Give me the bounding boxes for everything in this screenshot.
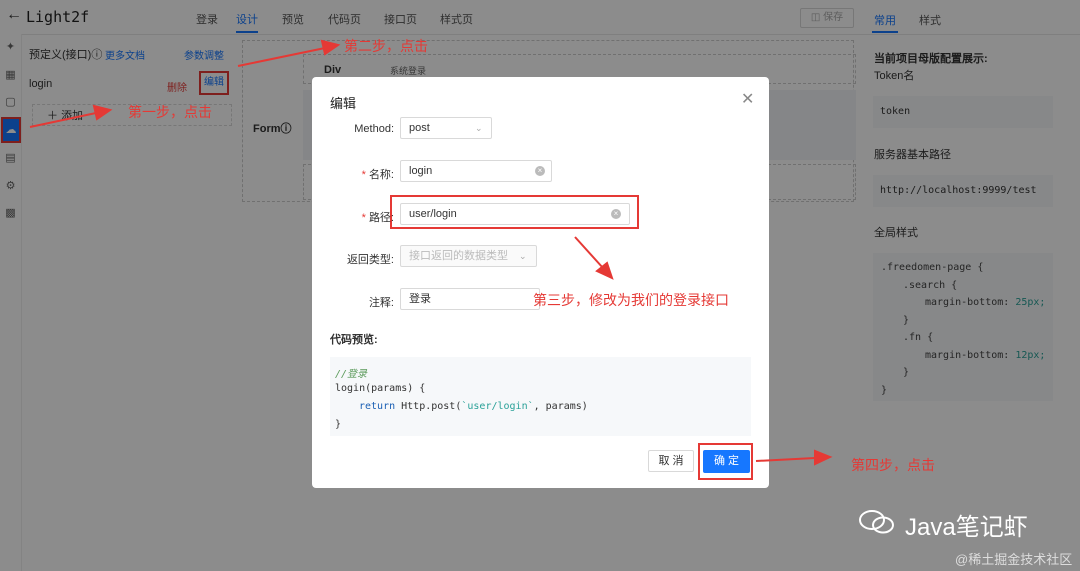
watermark-site: @稀土掘金技术社区 (955, 552, 1073, 567)
step4-annotation: 第四步，点击 (851, 457, 935, 473)
step2-annotation: 第二步，点击 (344, 38, 428, 54)
step3-annotation: 第三步，修改为我们的登录接口 (533, 292, 729, 308)
step1-annotation: 第一步，点击 (128, 104, 212, 120)
watermark-name: Java笔记虾 (905, 514, 1028, 541)
wechat-icon (859, 510, 894, 534)
annotation-arrows (29, 39, 833, 466)
